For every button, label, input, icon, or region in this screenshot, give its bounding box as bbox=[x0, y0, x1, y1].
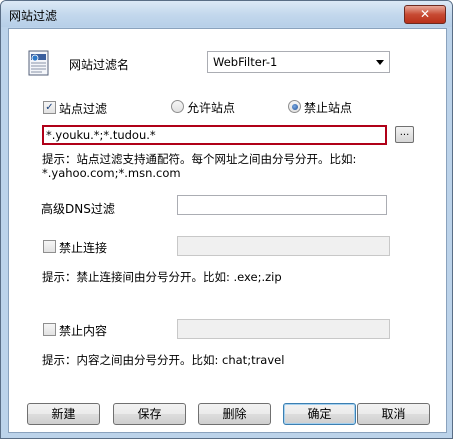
site-filter-hint-line1: 提示：站点过滤支持通配符。每个网址之间由分号分开。比如: bbox=[42, 152, 357, 166]
ellipsis-icon: ... bbox=[399, 127, 410, 138]
site-filter-value: *.youku.*;*.tudou.* bbox=[46, 128, 156, 142]
filter-name-select[interactable]: WebFilter-1 bbox=[207, 51, 390, 73]
chevron-down-icon[interactable] bbox=[376, 60, 384, 65]
title-bar[interactable]: 网站过滤 ✕ bbox=[1, 1, 452, 27]
cancel-button[interactable]: 取消 bbox=[357, 403, 430, 425]
block-content-input[interactable] bbox=[177, 319, 390, 339]
ok-button[interactable]: 确定 bbox=[283, 403, 356, 425]
document-icon bbox=[28, 50, 49, 76]
save-button[interactable]: 保存 bbox=[113, 403, 186, 425]
new-button[interactable]: 新建 bbox=[27, 403, 100, 425]
block-connection-checkbox[interactable] bbox=[43, 240, 56, 253]
block-content-checkbox[interactable] bbox=[43, 323, 56, 336]
block-content-label: 禁止内容 bbox=[59, 324, 108, 338]
site-filter-input[interactable]: *.youku.*;*.tudou.* bbox=[42, 125, 387, 145]
close-button[interactable]: ✕ bbox=[404, 5, 446, 24]
close-icon: ✕ bbox=[419, 7, 431, 21]
block-sites-label: 禁止站点 bbox=[304, 101, 353, 115]
delete-button[interactable]: 删除 bbox=[198, 403, 271, 425]
block-sites-radio[interactable] bbox=[288, 100, 301, 113]
dialog-body: 网站过滤名 WebFilter-1 ✓ 站点过滤 允许站点 禁止站点 *.you… bbox=[8, 28, 447, 433]
site-filter-checkbox[interactable]: ✓ bbox=[43, 101, 56, 114]
filter-name-label: 网站过滤名 bbox=[69, 58, 130, 72]
allow-sites-label: 允许站点 bbox=[187, 101, 236, 115]
window-title: 网站过滤 bbox=[9, 9, 58, 23]
filter-name-value: WebFilter-1 bbox=[213, 55, 278, 69]
browse-button[interactable]: ... bbox=[395, 126, 414, 143]
dns-filter-input[interactable] bbox=[177, 195, 387, 215]
dialog-window: 网站过滤 ✕ 网站过滤名 WebFilter-1 ✓ 站点过滤 允许站点 禁止站… bbox=[0, 0, 453, 439]
site-filter-hint-line2: *.yahoo.com;*.msn.com bbox=[42, 166, 181, 180]
block-content-hint: 提示：内容之间由分号分开。比如: chat;travel bbox=[42, 353, 285, 367]
radio-selected-dot bbox=[291, 103, 298, 110]
dns-filter-label: 高级DNS过滤 bbox=[41, 202, 115, 216]
allow-sites-radio[interactable] bbox=[171, 100, 184, 113]
site-filter-hint: 提示：站点过滤支持通配符。每个网址之间由分号分开。比如: *.yahoo.com… bbox=[42, 152, 356, 180]
site-filter-label: 站点过滤 bbox=[59, 102, 108, 116]
block-connection-input[interactable] bbox=[177, 236, 390, 256]
block-connection-hint: 提示：禁止连接间由分号分开。比如: .exe;.zip bbox=[42, 270, 282, 284]
block-connection-label: 禁止连接 bbox=[59, 241, 108, 255]
